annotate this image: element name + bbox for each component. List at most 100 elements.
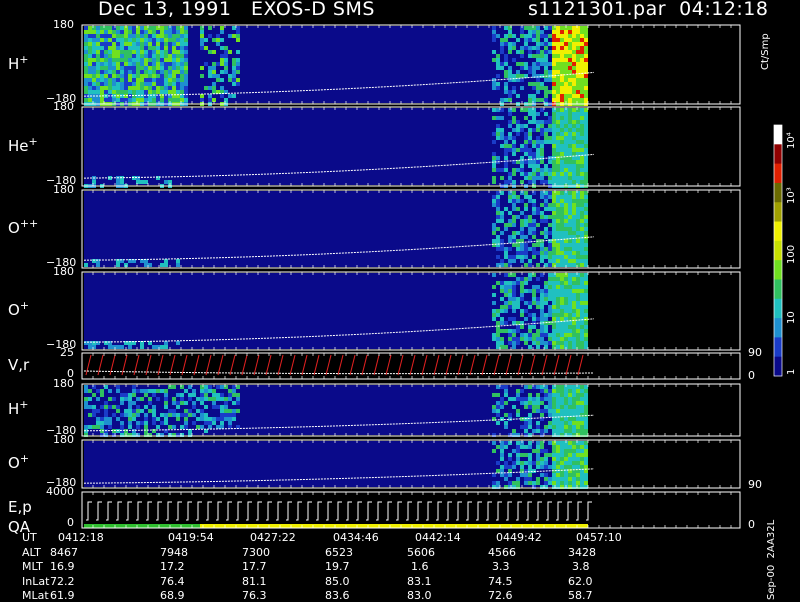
ephemeris-alt-value: 5606 (407, 545, 435, 559)
panel-5-background (82, 353, 740, 379)
ephemeris-ut-value: 0427:22 (250, 531, 296, 544)
panel-7-label: O+ (8, 452, 29, 472)
panel-1-label: H+ (8, 53, 29, 73)
y-min-tick-label: 0 (67, 516, 74, 529)
ephemeris-mlat-value: 72.6 (488, 589, 513, 602)
ephemeris-mlt-value: 17.2 (160, 560, 185, 573)
ephemeris-mlat-value: 83.0 (407, 589, 432, 602)
ephemeris-alt-value: 6523 (325, 545, 353, 559)
ephemeris-row-label: MLT (22, 560, 43, 573)
panel-6-label: H+ (8, 398, 29, 418)
right-axis-tick-label: 0 (748, 518, 755, 531)
species-name: He (8, 136, 29, 155)
colorbar-segment (774, 221, 782, 242)
ephemeris-ut-value: 0434:46 (333, 531, 379, 544)
species-charge: ++ (19, 217, 39, 230)
qa-flag-good (84, 524, 200, 528)
panel-8-background (82, 492, 740, 528)
spectrogram-figure (81, 24, 783, 529)
species-charge: + (19, 398, 29, 411)
species-charge: + (19, 299, 30, 312)
panel-7-spectrogram (83, 441, 595, 489)
species-name: H (8, 54, 20, 73)
processing-stamp: Sep-00 2AA32L (766, 519, 777, 600)
ephemeris-mlt-value: 19.7 (325, 560, 350, 573)
panel-3-label: O++ (8, 217, 38, 237)
ephemeris-alt-value: 7300 (242, 545, 270, 559)
colorbar-tick-label: 10³ (786, 187, 797, 204)
y-max-tick-label: 180 (53, 183, 74, 196)
colorbar-segment (774, 298, 782, 319)
panel-4-label: O+ (8, 299, 29, 319)
file-time-label: s1121301.par 04:12:18 (528, 0, 769, 20)
species-name: V,r (8, 356, 30, 374)
ephemeris-mlat-value: 68.9 (160, 589, 185, 602)
right-axis-tick-label: 90 (748, 346, 762, 359)
ephemeris-row-label: MLat (22, 589, 49, 602)
species-charge: + (19, 52, 29, 66)
ephemeris-alt-value: 4566 (488, 545, 516, 559)
ephemeris-ut-value: 0449:42 (496, 531, 542, 544)
ephemeris-mlat-value: 61.9 (50, 589, 75, 602)
colorbar-segment (774, 337, 782, 358)
y-max-tick-label: 180 (53, 377, 74, 390)
ephemeris-mlt-value: 17.7 (242, 560, 267, 573)
panel-1-spectrogram (83, 26, 595, 106)
ephemeris-inlat-value: 74.5 (488, 574, 513, 588)
colorbar-segment (774, 163, 782, 184)
ephemeris-mlt-value: 3.3 (492, 560, 510, 573)
y-max-tick-label: 180 (53, 100, 74, 113)
ephemeris-inlat-value: 85.0 (325, 574, 350, 588)
colorbar-segment (774, 125, 782, 145)
colorbar-segment (774, 144, 782, 165)
ephemeris-ut-value: 0457:10 (576, 531, 622, 544)
colorbar-segment (774, 260, 782, 280)
ephemeris-inlat-value: 83.1 (407, 574, 432, 588)
ephemeris-inlat-value: 76.4 (160, 574, 185, 588)
right-axis-tick-label: 0 (748, 369, 755, 382)
panel-6-spectrogram (83, 385, 595, 437)
panel-3-spectrogram (83, 191, 595, 267)
species-name: H (8, 400, 20, 418)
species-name: O (8, 301, 20, 319)
y-max-tick-label: 4000 (46, 485, 74, 498)
species-charge: + (28, 134, 38, 148)
ephemeris-ut-value: 0442:14 (415, 531, 461, 544)
ephemeris-mlt-value: 3.8 (572, 560, 590, 573)
ephemeris-inlat-value: 81.1 (242, 574, 267, 588)
ephemeris-ut-value: 0412:18 (58, 531, 104, 544)
colorbar-segment (774, 240, 782, 261)
colorbar-tick-label: 1 (786, 368, 797, 375)
panel-2-label: He+ (8, 135, 38, 155)
colorbar-segment (774, 356, 782, 377)
ephemeris-ut-value: 0419:54 (168, 531, 214, 544)
colorbar-segment (774, 279, 782, 300)
ephemeris-alt-value: 8467 (50, 545, 78, 559)
right-axis-tick-label: 90 (748, 478, 762, 491)
ephemeris-mlt-value: 16.9 (50, 560, 75, 573)
colorbar-segment (774, 318, 782, 338)
y-max-tick-label: 180 (53, 433, 74, 446)
colorbar-segment (774, 202, 782, 223)
colorbar-segment (774, 182, 782, 203)
ephemeris-row-label: InLat (22, 574, 50, 588)
species-name: O (8, 454, 20, 472)
y-max-tick-label: 180 (53, 265, 74, 278)
ephemeris-alt-value: 7948 (160, 545, 188, 559)
ephemeris-mlat-value: 83.6 (325, 589, 350, 602)
species-name: O (8, 219, 20, 237)
panel-4-spectrogram (83, 273, 595, 349)
colorbar-tick-label: 10⁴ (786, 132, 797, 149)
ephemeris-mlt-value: 1.6 (411, 560, 429, 573)
panel-5-label: V,r (8, 354, 29, 374)
chart-title: Dec 13, 1991 EXOS-D SMS (98, 0, 375, 20)
ephemeris-alt-value: 3428 (568, 545, 596, 559)
ephemeris-inlat-value: 72.2 (50, 574, 75, 588)
ephemeris-row-label: ALT (22, 545, 41, 559)
colorbar-tick-label: 10 (786, 311, 797, 324)
ephemeris-mlat-value: 76.3 (242, 589, 267, 602)
ephemeris-inlat-value: 62.0 (568, 574, 593, 588)
y-max-tick-label: 25 (60, 346, 74, 359)
species-charge: + (19, 452, 30, 465)
colorbar-unit-label: Ct/Smp (760, 33, 771, 70)
